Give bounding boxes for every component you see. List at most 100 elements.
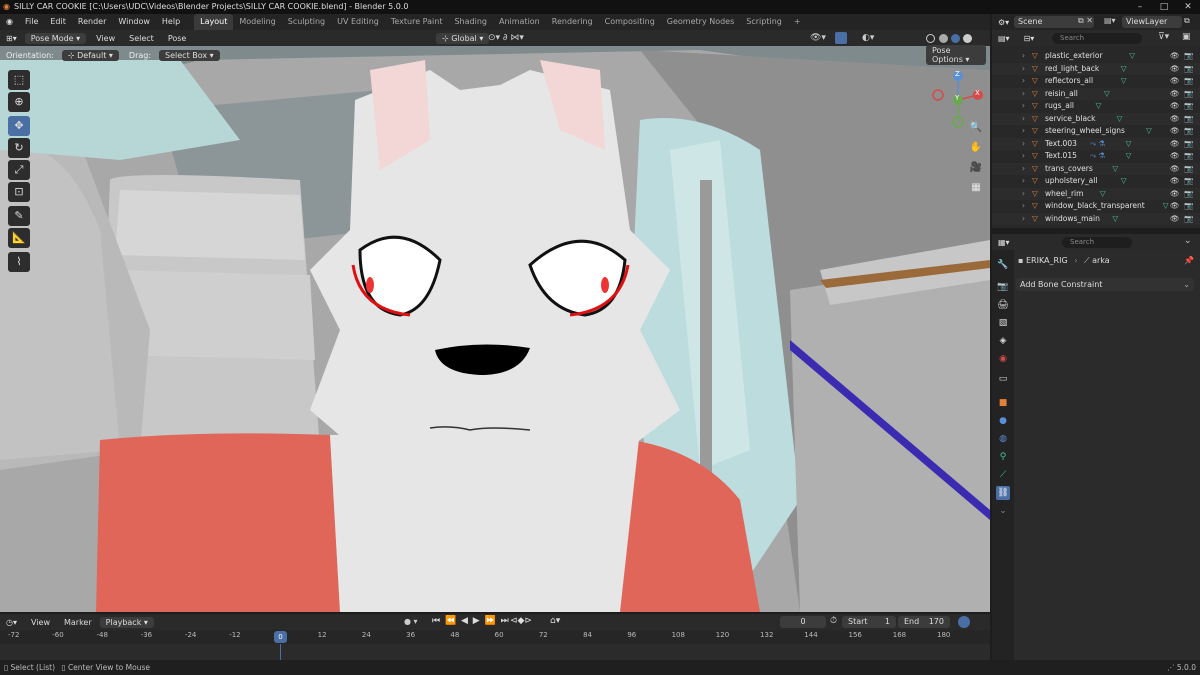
orientation-dropdown[interactable]: ⊹ Default ▾: [61, 49, 119, 61]
menu-window[interactable]: Window: [112, 14, 156, 30]
menu-render[interactable]: Render: [72, 14, 112, 30]
visibility-eye-icon[interactable]: 👁: [1170, 200, 1180, 213]
tab-texture-paint[interactable]: Texture Paint: [385, 14, 449, 30]
outliner-item[interactable]: › ▽ Text.003 ⤳ ⚗ ▽ 👁 📷: [992, 137, 1200, 151]
rotate-tool-icon[interactable]: ↻: [8, 138, 30, 158]
tab-animation[interactable]: Animation: [493, 14, 546, 30]
mode-dropdown[interactable]: Pose Mode ▾: [24, 32, 87, 44]
expand-chevron-icon[interactable]: ›: [1022, 163, 1025, 176]
outliner-item[interactable]: › ▽ steering_wheel_signs ▽ 👁 📷: [992, 125, 1200, 138]
visibility-eye-icon[interactable]: 👁: [1170, 125, 1180, 138]
menu-edit[interactable]: Edit: [44, 14, 72, 30]
outliner-item[interactable]: › ▽ reflectors_all ▽ 👁 📷: [992, 75, 1200, 88]
modifier-tab-icon[interactable]: ●: [996, 414, 1010, 428]
properties-search-input[interactable]: Search: [1062, 237, 1132, 248]
expand-chevron-icon[interactable]: ›: [1022, 213, 1025, 226]
outliner[interactable]: › ▽ plastic_exterior ▽ 👁 📷 › ▽ red_light_back ▽ 👁 📷…: [992, 46, 1200, 228]
shading-material-icon[interactable]: [951, 33, 960, 43]
timeline-body[interactable]: [0, 644, 990, 660]
menu-file[interactable]: File: [19, 14, 44, 30]
view-layer-copy-icon[interactable]: ⧉: [1184, 16, 1190, 26]
gizmo-toggle-icon[interactable]: [835, 32, 847, 44]
render-camera-icon[interactable]: 📷: [1184, 138, 1193, 151]
outliner-item[interactable]: › ▽ wheel_rim ▽ 👁 📷: [992, 187, 1200, 201]
render-camera-icon[interactable]: 📷: [1184, 175, 1193, 188]
overlay-icon[interactable]: ◐▾: [862, 33, 874, 43]
shading-wireframe-icon[interactable]: [926, 33, 935, 43]
pan-hand-icon[interactable]: ✋: [968, 140, 984, 156]
timeline-editor-icon[interactable]: ◷▾: [0, 617, 23, 628]
render-camera-icon[interactable]: 📷: [1184, 188, 1193, 201]
outliner-item[interactable]: › ▽ trans_covers ▽ 👁 📷: [992, 162, 1200, 176]
menu-pose[interactable]: Pose: [162, 33, 193, 44]
bone-tab-icon[interactable]: ⟋: [996, 468, 1010, 482]
scene-tab-icon[interactable]: ◈: [996, 334, 1010, 348]
world-tab-icon[interactable]: ◉: [996, 352, 1010, 366]
keyframe-jump-icon[interactable]: ⊲◆⊳: [510, 616, 532, 626]
outliner-item[interactable]: › ▽ Text.015 ⤳ ⚗ ▽ 👁 📷: [992, 150, 1200, 163]
select-tool-icon[interactable]: ⬚: [8, 70, 30, 90]
visibility-eye-icon[interactable]: 👁: [1170, 150, 1180, 163]
expand-chevron-icon[interactable]: ›: [1022, 138, 1025, 151]
perspective-grid-icon[interactable]: ▦: [968, 180, 984, 196]
auto-key-icon[interactable]: ● ▾: [404, 617, 418, 626]
outliner-item[interactable]: › ▽ service_black ▽ 👁 📷: [992, 112, 1200, 126]
new-collection-icon[interactable]: ▣: [1182, 32, 1191, 42]
tab-scripting[interactable]: Scripting: [740, 14, 788, 30]
measure-tool-icon[interactable]: 📐: [8, 228, 30, 248]
render-camera-icon[interactable]: 📷: [1184, 163, 1193, 176]
playback-controls[interactable]: ⏮ ⏪ ◀ ▶ ⏩ ⏭: [432, 616, 510, 626]
render-tab-icon[interactable]: 📷: [996, 280, 1010, 294]
visibility-eye-icon[interactable]: 👁: [1170, 188, 1180, 201]
keying-icon[interactable]: ⌂▾: [550, 616, 560, 626]
bone-constraint-tab-icon[interactable]: ⛓: [996, 486, 1010, 500]
close-button[interactable]: ✕: [1176, 0, 1200, 14]
tab-sculpting[interactable]: Sculpting: [282, 14, 331, 30]
outliner-search-input[interactable]: Search: [1052, 33, 1142, 44]
tab-rendering[interactable]: Rendering: [546, 14, 599, 30]
start-frame-field[interactable]: Start 1: [842, 616, 896, 628]
visibility-eye-icon[interactable]: 👁: [1170, 63, 1180, 76]
move-tool-icon[interactable]: ✥: [8, 116, 30, 136]
collection-tab-icon[interactable]: ▭: [996, 372, 1010, 386]
tab-modeling[interactable]: Modeling: [233, 14, 281, 30]
pivot-icon[interactable]: ⊙▾ ∂ ⋈▾: [488, 33, 524, 43]
outliner-item[interactable]: › ▽ plastic_exterior ▽ 👁 📷: [992, 50, 1200, 63]
expand-chevron-icon[interactable]: ›: [1022, 88, 1025, 101]
3d-viewport[interactable]: ⊞▾ Pose Mode ▾ View Select Pose ⊹ Global…: [0, 30, 990, 612]
editor-type-icon[interactable]: ⊞▾: [0, 33, 23, 44]
tool-tab-icon[interactable]: 🔧: [996, 258, 1010, 272]
end-frame-field[interactable]: End 170: [898, 616, 950, 628]
view-layer-icon[interactable]: ▤▾: [1104, 16, 1116, 25]
timeline-menu-view[interactable]: View: [25, 617, 56, 628]
visibility-eye-icon[interactable]: 👁: [1170, 100, 1180, 113]
expand-chevron-icon[interactable]: ›: [1022, 100, 1025, 113]
expand-chevron-icon[interactable]: ›: [1022, 200, 1025, 213]
scale-tool-icon[interactable]: ⤢: [8, 160, 30, 180]
view-layer-field[interactable]: ViewLayer: [1122, 16, 1182, 28]
properties-editor-icon[interactable]: ▦▾: [992, 237, 1016, 248]
tab-compositing[interactable]: Compositing: [599, 14, 661, 30]
menu-help[interactable]: Help: [156, 14, 186, 30]
render-camera-icon[interactable]: 📷: [1184, 50, 1193, 63]
filter-icon[interactable]: ⊽▾: [1158, 32, 1169, 42]
outliner-item[interactable]: › ▽ red_light_back ▽ 👁 📷: [992, 62, 1200, 76]
armature-data-tab-icon[interactable]: ⚲: [996, 450, 1010, 464]
view-layer-tab-icon[interactable]: ▧: [996, 316, 1010, 330]
playhead-frame-badge[interactable]: 0: [274, 631, 287, 643]
output-tab-icon[interactable]: 🖨: [996, 298, 1010, 312]
visibility-eye-icon[interactable]: 👁: [1170, 113, 1180, 126]
pose-options-dropdown[interactable]: Pose Options ▾: [926, 45, 986, 65]
menu-view[interactable]: View: [90, 33, 121, 44]
visibility-eye-icon[interactable]: 👁: [1170, 50, 1180, 63]
timeline-view-icon[interactable]: [958, 616, 970, 628]
outliner-item[interactable]: › ▽ upholstery_all ▽ 👁 📷: [992, 175, 1200, 188]
pin-icon[interactable]: 📌: [1184, 256, 1194, 265]
properties-options-icon[interactable]: ⌄: [1184, 236, 1192, 246]
tab-shading[interactable]: Shading: [448, 14, 493, 30]
outliner-editor-icon[interactable]: ▤▾: [992, 33, 1016, 44]
visibility-eye-icon[interactable]: 👁: [1170, 88, 1180, 101]
outliner-item[interactable]: › ▽ reisin_all ▽ 👁 📷: [992, 87, 1200, 101]
render-camera-icon[interactable]: 📷: [1184, 125, 1193, 138]
cursor-tool-icon[interactable]: ⊕: [8, 92, 30, 112]
